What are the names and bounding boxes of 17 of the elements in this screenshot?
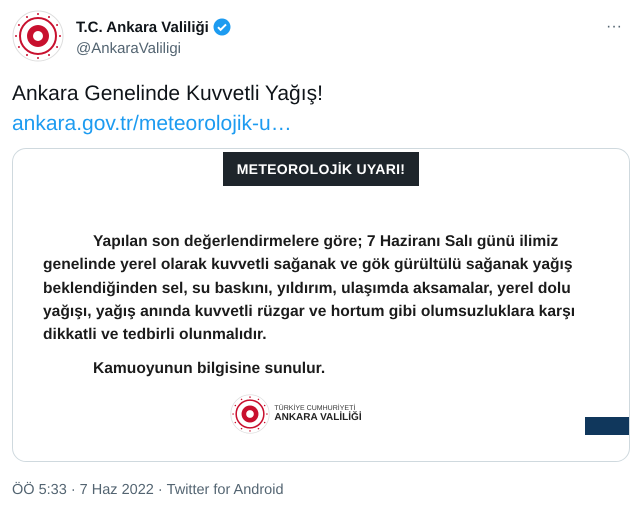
warning-banner: METEOROLOJİK UYARI! bbox=[222, 152, 420, 186]
avatar-emblem-icon bbox=[12, 10, 64, 62]
org-name: ANKARA VALİLİĞİ bbox=[274, 412, 362, 424]
more-button[interactable]: ··· bbox=[606, 10, 630, 36]
tweet-date[interactable]: 7 Haz 2022 bbox=[80, 482, 154, 498]
closing-text: Kamuoyunun bilgisine sunulur. bbox=[92, 360, 326, 378]
account-handle[interactable]: @AnkaraValiligi bbox=[76, 40, 594, 57]
separator-dot: · bbox=[158, 482, 163, 498]
separator-dot: · bbox=[70, 482, 76, 498]
stripe-bar bbox=[585, 417, 629, 435]
seal-icon bbox=[230, 394, 270, 434]
account-name[interactable]: T.C. Ankara Valiliği bbox=[76, 18, 209, 36]
tweet-source[interactable]: Twitter for Android bbox=[166, 482, 284, 498]
tweet-text: Ankara Genelinde Kuvvetli Yağış! bbox=[12, 82, 324, 106]
warning-text: Yapılan son değerlendirmelere göre; 7 Haziranı Salı günü ilimiz genelinde yerel olarak kuvvetli sağanak ve gök gürültülü sağanak yağış beklendiğinden sel, su baskını, yıldırım, ulaşımda aksamalar, yerel dolu yağışı, yağış anında kuvvetli rüzgar ve hortum gibi olumsuzluklara karşı dikkatli ve tedbirli olunmalıdır. bbox=[43, 232, 576, 346]
tweet-time[interactable]: ÖÖ 5:33 bbox=[12, 482, 67, 498]
image-card[interactable] bbox=[12, 148, 630, 462]
